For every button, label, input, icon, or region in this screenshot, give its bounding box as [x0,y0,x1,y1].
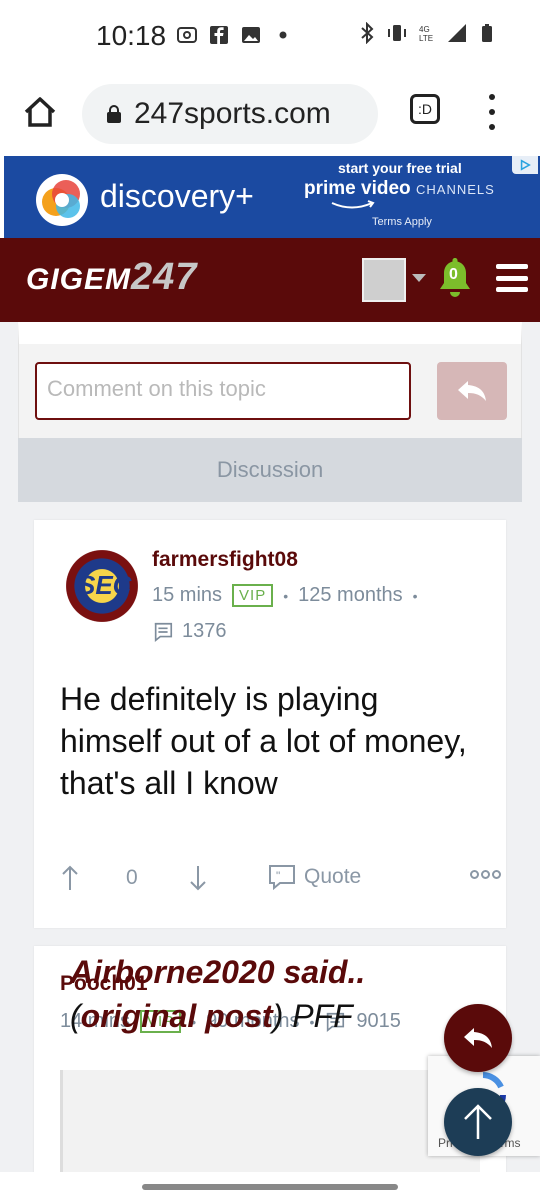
tab-switcher-button[interactable]: :D [410,94,440,124]
system-nav-bar [0,1172,540,1200]
status-icons-left [176,24,294,46]
status-time: 10:18 [96,20,167,51]
submit-comment-button[interactable] [437,362,507,420]
adchoices-icon[interactable] [512,156,538,174]
arrow-down-icon [190,866,206,891]
quote-label: Quote [304,865,362,888]
site-header: GIGEM247 0 [0,238,540,322]
post-card: SEC farmersfight08 15 mins VIP • 125 mon… [34,520,506,928]
post-body: He definitely is playing himself out of … [60,681,467,801]
logo-text: GIGEM [26,263,132,296]
svg-text:": " [276,869,280,883]
quote-button[interactable]: " Quote [268,864,361,890]
comment-composer: Comment on this topic [18,322,522,438]
vibrate-icon [386,22,408,44]
avatar[interactable]: SEC [60,544,144,628]
ad-banner[interactable]: discovery+ start your free trial prime v… [4,156,540,238]
more-options-icon[interactable] [470,870,501,879]
discovery-logo-icon [36,174,88,226]
ad-trial-text: start your free trial [338,160,462,176]
ad-brand: discovery+ [100,178,254,214]
post-count-value: 1376 [182,620,227,642]
comments-icon [154,622,173,642]
member-tenure: 125 months [298,584,403,606]
facebook-icon [208,24,230,46]
post-actions: 0 " Quote [60,864,501,894]
status-bar: 10:18 4G LTE [0,0,540,74]
comment-input[interactable]: Comment on this topic [35,362,411,420]
browser-menu-button[interactable] [480,92,504,132]
post-meta: 15 mins VIP • 125 months • [152,584,418,607]
battery-icon [476,22,498,44]
radio-icon [176,24,198,46]
address-bar[interactable]: 247sports.com [82,84,378,144]
ad-prime-text: prime video [304,178,411,199]
separator-dot: • [412,587,418,604]
post-count-value: 9015 [356,1010,401,1032]
svg-text:LTE: LTE [419,34,433,43]
hamburger-menu-icon[interactable] [496,264,528,292]
signal-icon [446,22,468,44]
downvote-button[interactable] [188,864,208,892]
separator-dot: • [283,587,289,604]
post-count: 1376 [152,620,227,643]
ad-channels-text: CHANNELS [416,182,495,197]
prime-smile-icon [331,200,375,209]
quote-icon: " [269,865,295,890]
dot-icon [272,24,294,46]
post-author[interactable]: farmersfight08 [152,548,298,572]
url-text: 247sports.com [134,97,331,130]
status-icons-right: 4G LTE [356,22,498,44]
svg-text:4G: 4G [419,25,430,34]
lock-icon [107,105,121,123]
user-avatar[interactable] [362,258,406,302]
home-button[interactable] [20,92,60,132]
reply-icon [458,381,486,401]
discussion-header: Discussion [18,438,522,502]
ad-terms: Terms Apply [372,216,432,228]
lte-icon: 4G LTE [416,22,438,44]
bluetooth-icon [356,22,378,44]
reply-icon [464,1028,492,1048]
post-time: 15 mins [152,584,223,606]
vote-count: 0 [126,866,138,889]
logo-number: 247 [131,256,198,298]
arrow-up-icon [62,865,78,890]
quote-text: PFF [292,998,353,1034]
home-icon [24,97,56,127]
quote-author[interactable]: Airborne2020 said.. [70,954,365,991]
arrow-up-icon [464,1104,492,1139]
site-logo[interactable]: GIGEM247 [26,256,197,299]
image-icon [240,24,262,46]
notification-count: 0 [449,266,458,283]
avatar-text: SEC [78,570,132,600]
browser-toolbar: 247sports.com :D [0,74,540,156]
scroll-top-button[interactable] [444,1088,512,1156]
floating-reply-button[interactable] [444,1004,512,1072]
upvote-button[interactable] [60,864,80,892]
original-post-link[interactable]: original post [81,998,273,1034]
quote-line: (original post) PFF [70,998,353,1034]
vip-badge: VIP [232,584,274,607]
chevron-down-icon[interactable] [412,274,426,282]
gesture-handle[interactable] [142,1184,398,1190]
